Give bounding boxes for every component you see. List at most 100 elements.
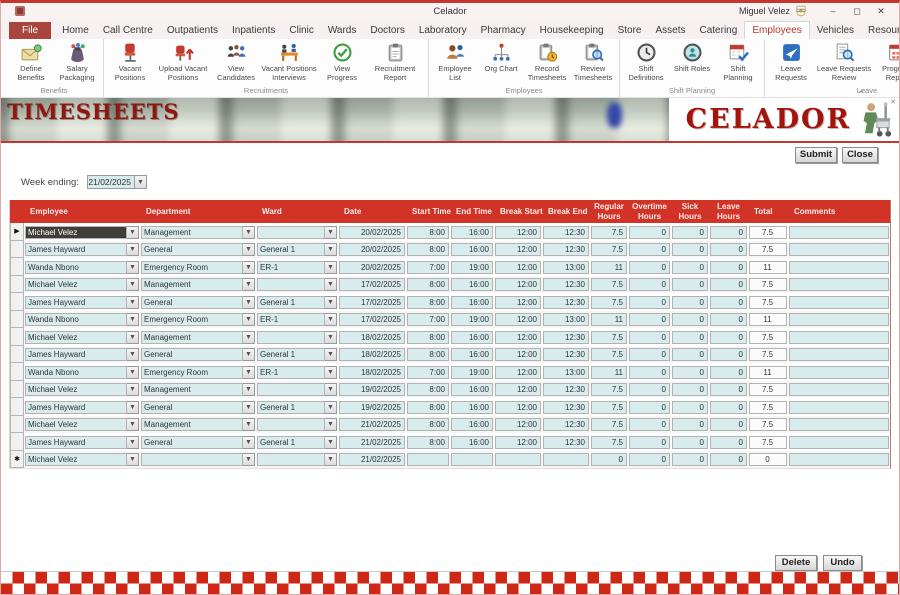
ward-field[interactable]: [257, 453, 325, 466]
ward-field[interactable]: General 1: [257, 243, 325, 256]
ribbon-button-progress-report[interactable]: Progress Report: [874, 40, 900, 83]
ward-dropdown-icon[interactable]: ▼: [325, 226, 337, 239]
comments-field[interactable]: [789, 348, 889, 361]
break-start-field[interactable]: 12:00: [495, 331, 541, 344]
ward-field[interactable]: [257, 278, 325, 291]
undo-button[interactable]: Undo: [823, 555, 862, 571]
break-start-field[interactable]: 12:00: [495, 243, 541, 256]
comments-field[interactable]: [789, 366, 889, 379]
department-field[interactable]: Emergency Room: [141, 313, 243, 326]
total-field[interactable]: 7.5: [749, 278, 787, 291]
ward-dropdown-icon[interactable]: ▼: [325, 331, 337, 344]
tab-wards[interactable]: Wards: [321, 22, 364, 39]
employee-field[interactable]: Michael Velez: [25, 383, 127, 396]
date-field[interactable]: 17/02/2025: [339, 278, 405, 291]
break-start-field[interactable]: 12:00: [495, 401, 541, 414]
break-start-field[interactable]: 12:00: [495, 278, 541, 291]
employee-dropdown-icon[interactable]: ▼: [127, 313, 139, 326]
employee-dropdown-icon[interactable]: ▼: [127, 366, 139, 379]
submit-button[interactable]: Submit: [795, 147, 837, 163]
total-field[interactable]: 7.5: [749, 383, 787, 396]
overtime-hours-field[interactable]: 0: [629, 243, 670, 256]
sick-hours-field[interactable]: 0: [672, 418, 708, 431]
tab-doctors[interactable]: Doctors: [363, 22, 411, 39]
regular-hours-field[interactable]: 7.5: [591, 436, 627, 449]
overtime-hours-field[interactable]: 0: [629, 296, 670, 309]
regular-hours-field[interactable]: 7.5: [591, 278, 627, 291]
employee-field[interactable]: Michael Velez: [25, 278, 127, 291]
break-start-field[interactable]: 12:00: [495, 418, 541, 431]
tab-clinic[interactable]: Clinic: [282, 22, 320, 39]
delete-button[interactable]: Delete: [775, 555, 817, 571]
end-time-field[interactable]: [451, 453, 493, 466]
tab-outpatients[interactable]: Outpatients: [160, 22, 225, 39]
department-field[interactable]: Management: [141, 278, 243, 291]
start-time-field[interactable]: 8:00: [407, 226, 449, 239]
start-time-field[interactable]: 8:00: [407, 243, 449, 256]
department-field[interactable]: General: [141, 401, 243, 414]
total-field[interactable]: 11: [749, 261, 787, 274]
leave-hours-field[interactable]: 0: [710, 453, 747, 466]
sick-hours-field[interactable]: 0: [672, 226, 708, 239]
sick-hours-field[interactable]: 0: [672, 383, 708, 396]
ward-field[interactable]: General 1: [257, 296, 325, 309]
ribbon-button-shift-roles[interactable]: Shift Roles: [669, 40, 715, 73]
regular-hours-field[interactable]: 11: [591, 313, 627, 326]
start-time-field[interactable]: 8:00: [407, 436, 449, 449]
employee-dropdown-icon[interactable]: ▼: [127, 226, 139, 239]
date-field[interactable]: 18/02/2025: [339, 366, 405, 379]
employee-dropdown-icon[interactable]: ▼: [127, 331, 139, 344]
ward-field[interactable]: General 1: [257, 348, 325, 361]
break-start-field[interactable]: 12:00: [495, 383, 541, 396]
row-selector[interactable]: [10, 398, 24, 416]
leave-hours-field[interactable]: 0: [710, 313, 747, 326]
ward-dropdown-icon[interactable]: ▼: [325, 296, 337, 309]
comments-field[interactable]: [789, 383, 889, 396]
tab-assets[interactable]: Assets: [648, 22, 692, 39]
total-field[interactable]: 7.5: [749, 436, 787, 449]
comments-field[interactable]: [789, 418, 889, 431]
banner-close-icon[interactable]: ✕: [890, 98, 896, 106]
ribbon-button-upload-vacant-positions[interactable]: Upload Vacant Positions: [153, 40, 213, 83]
ribbon-button-employee-list[interactable]: Employee List: [432, 40, 478, 83]
total-field[interactable]: 11: [749, 313, 787, 326]
tab-employees[interactable]: Employees: [744, 21, 809, 39]
tab-inpatients[interactable]: Inpatients: [225, 22, 282, 39]
department-field[interactable]: Management: [141, 383, 243, 396]
end-time-field[interactable]: 16:00: [451, 436, 493, 449]
ward-field[interactable]: General 1: [257, 436, 325, 449]
regular-hours-field[interactable]: 7.5: [591, 348, 627, 361]
date-field[interactable]: 17/02/2025: [339, 313, 405, 326]
ward-dropdown-icon[interactable]: ▼: [325, 366, 337, 379]
ribbon-button-recruitment-report[interactable]: Recruitment Report: [365, 40, 425, 83]
comments-field[interactable]: [789, 453, 889, 466]
ward-field[interactable]: ER-1: [257, 366, 325, 379]
date-field[interactable]: 18/02/2025: [339, 331, 405, 344]
row-selector[interactable]: [10, 363, 24, 381]
row-selector[interactable]: ✱: [10, 451, 24, 469]
ward-dropdown-icon[interactable]: ▼: [325, 243, 337, 256]
comments-field[interactable]: [789, 313, 889, 326]
regular-hours-field[interactable]: 7.5: [591, 383, 627, 396]
ward-dropdown-icon[interactable]: ▼: [325, 401, 337, 414]
tab-store[interactable]: Store: [611, 22, 649, 39]
employee-dropdown-icon[interactable]: ▼: [127, 261, 139, 274]
leave-hours-field[interactable]: 0: [710, 296, 747, 309]
employee-field[interactable]: Wanda Nbono: [25, 366, 127, 379]
date-field[interactable]: 17/02/2025: [339, 296, 405, 309]
minimize-button[interactable]: –: [821, 4, 845, 19]
ward-field[interactable]: General 1: [257, 401, 325, 414]
row-selector[interactable]: [10, 381, 24, 399]
ward-dropdown-icon[interactable]: ▼: [325, 418, 337, 431]
department-field[interactable]: General: [141, 436, 243, 449]
ribbon-button-record-timesheets[interactable]: Record Timesheets: [524, 40, 570, 83]
start-time-field[interactable]: 8:00: [407, 383, 449, 396]
date-field[interactable]: 20/02/2025: [339, 226, 405, 239]
department-field[interactable]: Emergency Room: [141, 366, 243, 379]
break-end-field[interactable]: 13:00: [543, 366, 589, 379]
comments-field[interactable]: [789, 296, 889, 309]
tab-home[interactable]: Home: [55, 22, 96, 39]
end-time-field[interactable]: 16:00: [451, 278, 493, 291]
ribbon-button-define-benefits[interactable]: Define Benefits: [8, 40, 54, 83]
leave-hours-field[interactable]: 0: [710, 383, 747, 396]
